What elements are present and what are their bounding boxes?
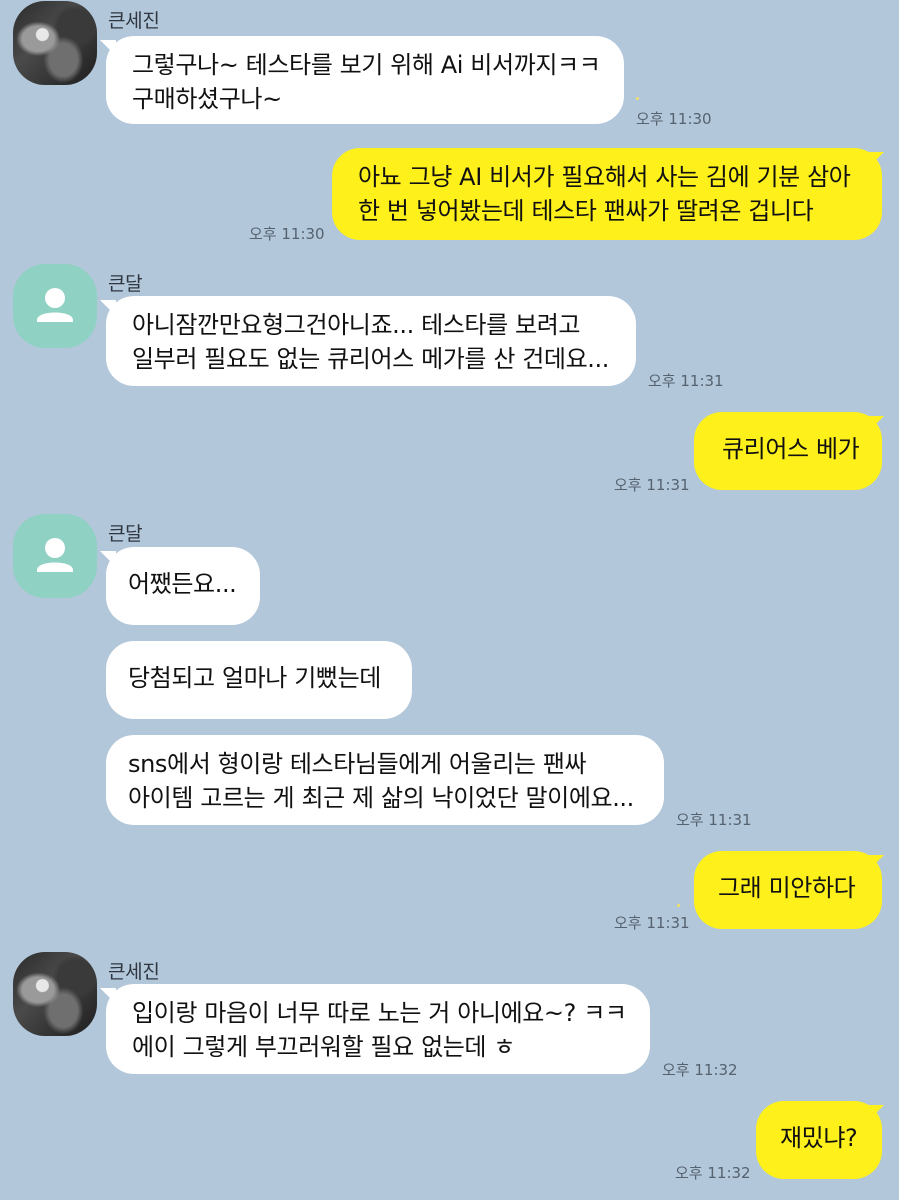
message-line: 큐리어스 베가 bbox=[722, 435, 860, 463]
message-line: 아이템 고르는 게 최근 제 삶의 낙이었단 말이에요... bbox=[128, 784, 634, 812]
default-avatar[interactable] bbox=[13, 514, 97, 598]
message-time: 오후 11:30 bbox=[636, 110, 712, 128]
message-bubble[interactable]: 그래 미안하다 bbox=[694, 851, 882, 929]
message-bubble[interactable]: 당첨되고 얼마나 기뻤는데 bbox=[106, 641, 412, 719]
message-time: 오후 11:31 bbox=[648, 372, 724, 390]
message-bubble[interactable]: 입이랑 마음이 너무 따로 노는 거 아니에요~? ㅋㅋ 에이 그렇게 부끄러워… bbox=[106, 984, 650, 1074]
message-line: 입이랑 마음이 너무 따로 노는 거 아니에요~? ㅋㅋ bbox=[132, 999, 627, 1027]
message-line: 재밌냐? bbox=[780, 1124, 858, 1152]
message-line: 에이 그렇게 부끄러워할 필요 없는데 ㅎ bbox=[132, 1033, 516, 1061]
message-line: 그래 미안하다 bbox=[718, 874, 856, 902]
message-line: 구매하셨구나~ bbox=[132, 85, 282, 113]
message-time: 오후 11:30 bbox=[249, 225, 325, 243]
message-line: 일부러 필요도 없는 큐리어스 메가를 산 건데요... bbox=[132, 345, 609, 373]
message-time: 오후 11:32 bbox=[675, 1164, 751, 1182]
message-bubble[interactable]: 어쨌든요... bbox=[106, 547, 260, 625]
message-line: 어쨌든요... bbox=[128, 570, 237, 598]
sender-name: 큰달 bbox=[108, 273, 143, 295]
chat-area[interactable]: 큰세진 그렇구나~ 테스타를 보기 위해 Ai 비서까지ㅋㅋ 구매하셨구나~ 오… bbox=[0, 0, 899, 1200]
message-line: 아니잠깐만요형그건아니죠... 테스타를 보려고 bbox=[132, 311, 581, 339]
person-icon bbox=[37, 288, 73, 322]
message-time: 오후 11:31 bbox=[676, 811, 752, 829]
message-time: 오후 11:31 bbox=[614, 476, 690, 494]
profile-photo[interactable] bbox=[13, 1, 97, 85]
message-bubble[interactable]: 그렇구나~ 테스타를 보기 위해 Ai 비서까지ㅋㅋ 구매하셨구나~ bbox=[106, 36, 624, 124]
message-bubble[interactable]: 아니잠깐만요형그건아니죠... 테스타를 보려고 일부러 필요도 없는 큐리어스… bbox=[106, 296, 636, 386]
message-bubble[interactable]: sns에서 형이랑 테스타님들에게 어울리는 팬싸 아이템 고르는 게 최근 제… bbox=[106, 735, 664, 825]
sender-name: 큰달 bbox=[108, 523, 143, 545]
default-avatar[interactable] bbox=[13, 264, 97, 348]
message-bubble[interactable]: 재밌냐? bbox=[756, 1101, 882, 1179]
sender-name: 큰세진 bbox=[108, 10, 160, 32]
message-line: 아뇨 그냥 AI 비서가 필요해서 사는 김에 기분 삼아 bbox=[358, 163, 851, 191]
person-icon bbox=[37, 538, 73, 572]
profile-photo[interactable] bbox=[13, 952, 97, 1036]
message-line: sns에서 형이랑 테스타님들에게 어울리는 팬싸 bbox=[128, 750, 587, 778]
message-bubble[interactable]: 아뇨 그냥 AI 비서가 필요해서 사는 김에 기분 삼아 한 번 넣어봤는데 … bbox=[332, 148, 882, 240]
message-line: 한 번 넣어봤는데 테스타 팬싸가 딸려온 겁니다 bbox=[358, 197, 814, 225]
message-line: 당첨되고 얼마나 기뻤는데 bbox=[128, 664, 381, 692]
message-bubble[interactable]: 큐리어스 베가 bbox=[694, 412, 882, 490]
sender-name: 큰세진 bbox=[108, 961, 160, 983]
message-line: 그렇구나~ 테스타를 보기 위해 Ai 비서까지ㅋㅋ bbox=[132, 51, 601, 79]
message-time: 오후 11:32 bbox=[662, 1061, 738, 1079]
message-time: 오후 11:31 bbox=[614, 914, 690, 932]
